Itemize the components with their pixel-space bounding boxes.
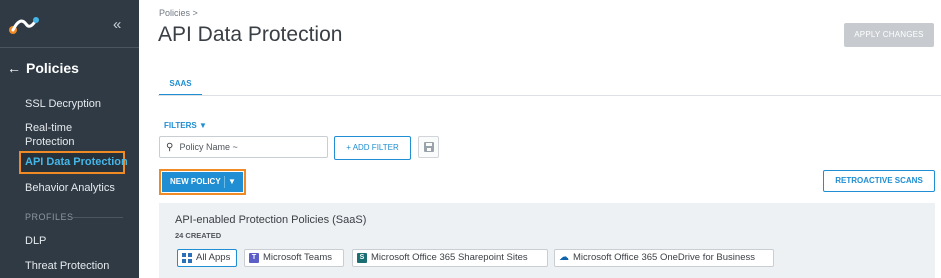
section-divider [73,217,123,218]
sidebar-item-behavior-analytics[interactable]: Behavior Analytics [25,181,115,195]
add-filter-button[interactable]: + ADD FILTER [334,136,411,160]
teams-icon: T [249,253,259,263]
filters-label: FILTERS [164,121,197,130]
back-arrow-icon: ← [7,60,21,76]
app-filter-label: Microsoft Office 365 OneDrive for Busine… [573,252,755,263]
app-filter-label: All Apps [196,252,231,263]
tab-divider [158,95,941,96]
caret-down-icon: ▼ [198,121,207,130]
grid-icon [182,253,192,263]
back-label: Policies [26,60,79,76]
page-title: API Data Protection [158,23,343,46]
policy-name-filter-input[interactable]: ⚲ Policy Name ~ [159,136,328,158]
dropdown-caret-icon[interactable]: ▼ [228,172,236,192]
app-filter-label: Microsoft Office 365 Sharepoint Sites [371,252,528,263]
sharepoint-icon: S [357,253,367,263]
policy-group-title: API-enabled Protection Policies (SaaS) [175,214,367,226]
apply-changes-button[interactable]: APPLY CHANGES [844,23,934,47]
sidebar-item-realtime-protection[interactable]: Real-time Protection [25,121,75,149]
app-filter-all-apps[interactable]: All Apps [177,249,237,267]
sidebar-item-threat-protection[interactable]: Threat Protection [25,259,109,273]
app-logo[interactable] [8,14,40,36]
save-icon [424,142,434,152]
app-filter-onedrive[interactable]: ☁ Microsoft Office 365 OneDrive for Busi… [554,249,774,267]
tab-saas[interactable]: SAAS [159,79,202,96]
collapse-sidebar-icon[interactable]: « [113,16,121,33]
save-filter-button[interactable] [418,136,439,158]
new-policy-button[interactable]: NEW POLICY ▼ [162,172,243,192]
policy-group-card: API-enabled Protection Policies (SaaS) 2… [159,203,935,278]
breadcrumb[interactable]: Policies > [159,8,198,18]
filters-toggle[interactable]: FILTERS ▼ [164,121,207,130]
search-value: Policy Name ~ [179,142,238,152]
search-icon: ⚲ [166,142,174,153]
app-filter-microsoft-teams[interactable]: T Microsoft Teams [244,249,344,267]
policy-count: 24 CREATED [175,231,222,240]
sidebar-section-profiles: PROFILES [25,212,74,222]
back-to-policies-link[interactable]: ← Policies [7,60,79,76]
sidebar-item-api-data-protection[interactable]: API Data Protection [19,151,128,174]
button-divider [224,176,225,188]
app-filter-sharepoint[interactable]: S Microsoft Office 365 Sharepoint Sites [352,249,548,267]
sidebar-item-ssl-decryption[interactable]: SSL Decryption [25,97,101,111]
app-filter-label: Microsoft Teams [263,252,332,263]
onedrive-icon: ☁ [559,252,569,263]
new-policy-label: NEW POLICY [170,177,221,186]
retroactive-scans-button[interactable]: RETROACTIVE SCANS [823,170,935,192]
sidebar-item-dlp[interactable]: DLP [25,234,46,248]
sidebar-divider [0,47,139,48]
sidebar: « ← Policies SSL Decryption Real-time Pro… [0,0,139,278]
